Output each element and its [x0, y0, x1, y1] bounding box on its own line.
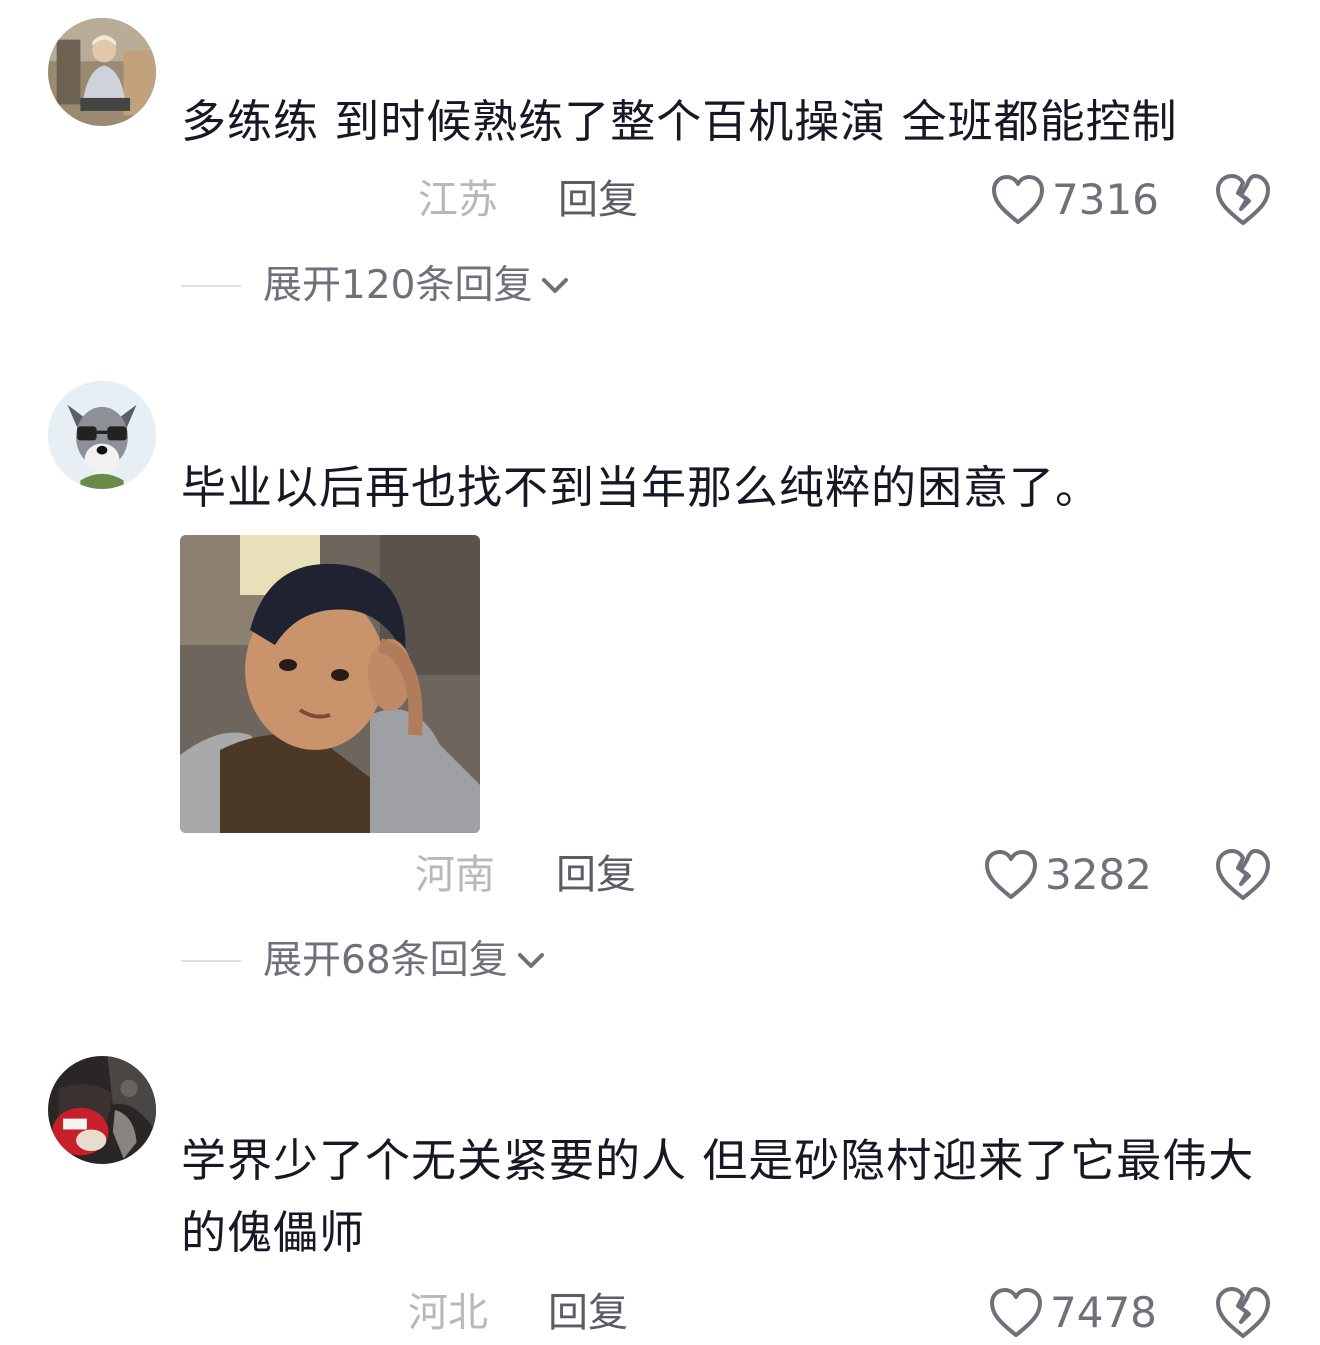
- like-button[interactable]: 7316: [990, 170, 1159, 230]
- like-count: 3282: [1045, 850, 1152, 899]
- location-label: 江苏: [418, 177, 498, 223]
- comment-meta: 江苏 回复 7316: [0, 170, 1320, 230]
- heart-outline-icon: [992, 175, 1044, 224]
- comment-meta: 河北 回复 7478: [0, 1283, 1320, 1343]
- avatar[interactable]: [48, 381, 156, 489]
- reply-button[interactable]: 回复: [558, 170, 638, 230]
- expand-replies-label: 展开68条回复: [263, 938, 508, 983]
- expand-replies-button[interactable]: 展开120条回复: [181, 258, 572, 314]
- broken-heart-icon: [1216, 174, 1270, 225]
- like-button[interactable]: 7478: [988, 1283, 1157, 1343]
- avatar[interactable]: [48, 1056, 156, 1164]
- comment-sticker-image[interactable]: [180, 535, 480, 833]
- broken-heart-icon: [1216, 849, 1270, 900]
- dislike-button[interactable]: [1214, 170, 1274, 230]
- location-label: 河南: [415, 852, 495, 898]
- expand-replies-label: 展开120条回复: [263, 263, 533, 308]
- comment-text: 多练练 到时候熟练了整个百机操演 全班都能控制: [181, 95, 1178, 148]
- broken-heart-icon: [1216, 1287, 1270, 1338]
- like-count: 7316: [1052, 175, 1159, 224]
- avatar-dog-with-glasses-icon: [48, 381, 156, 489]
- reply-button[interactable]: 回复: [556, 845, 636, 905]
- comment-text: 学界少了个无关紧要的人 但是砂隐村迎来了它最伟大的傀儡师: [181, 1134, 1255, 1259]
- avatar-person-photo-icon: [48, 18, 156, 126]
- like-button[interactable]: 3282: [983, 845, 1152, 905]
- chevron-down-icon: [542, 278, 569, 293]
- expand-replies-button[interactable]: 展开68条回复: [181, 933, 548, 989]
- heart-outline-icon: [985, 850, 1037, 899]
- heart-outline-icon: [990, 1288, 1042, 1337]
- divider-line: [181, 285, 241, 287]
- comment-text: 毕业以后再也找不到当年那么纯粹的困意了。: [181, 461, 1102, 514]
- chevron-down-icon: [517, 953, 544, 968]
- like-count: 7478: [1050, 1288, 1157, 1337]
- dislike-button[interactable]: [1214, 1283, 1274, 1343]
- dislike-button[interactable]: [1214, 845, 1274, 905]
- comment-meta: 河南 回复 3282: [0, 845, 1320, 905]
- avatar-dark-anime-icon: [48, 1056, 156, 1164]
- reply-button[interactable]: 回复: [548, 1283, 628, 1343]
- avatar[interactable]: [48, 18, 156, 126]
- location-label: 河北: [408, 1290, 488, 1336]
- divider-line: [181, 960, 241, 962]
- sleepy-man-meme-sticker-icon: [180, 535, 480, 833]
